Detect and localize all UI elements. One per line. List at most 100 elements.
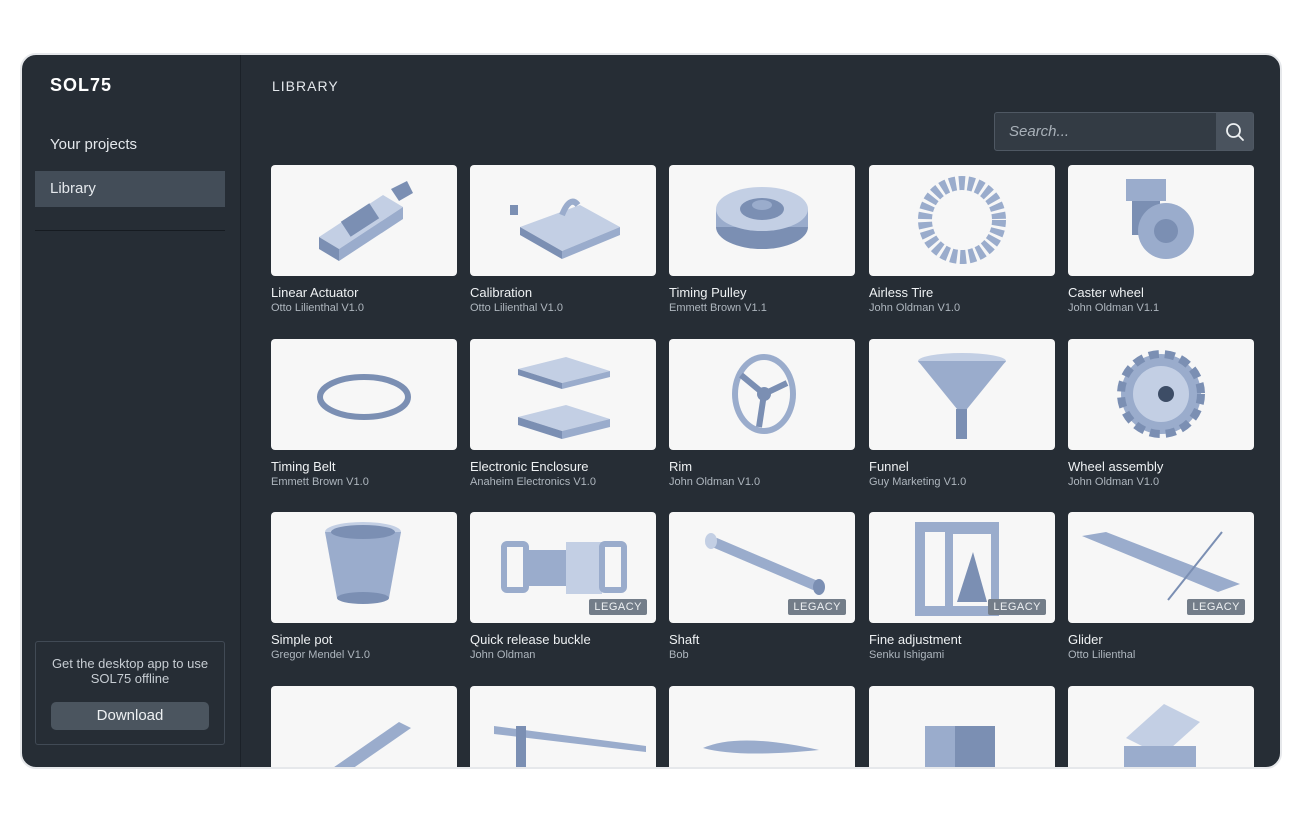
- airless-tire-icon: [918, 176, 1006, 264]
- card-thumbnail[interactable]: [1068, 165, 1254, 276]
- library-card[interactable]: [669, 686, 855, 767]
- wheel-assembly-icon: [1117, 350, 1205, 438]
- library-card[interactable]: Electronic Enclosure Anaheim Electronics …: [470, 339, 656, 489]
- card-title: Fine adjustment: [869, 632, 962, 647]
- card-thumbnail[interactable]: LEGACY: [470, 512, 656, 623]
- box-lid-icon: [1124, 704, 1200, 767]
- legacy-badge: LEGACY: [788, 599, 846, 615]
- sidebar-item-library[interactable]: Library: [35, 171, 225, 207]
- pot-icon: [325, 522, 401, 604]
- magnifier-icon: [1225, 122, 1244, 141]
- library-card[interactable]: [1068, 686, 1254, 767]
- card-thumbnail[interactable]: [669, 165, 855, 276]
- enclosure-icon: [518, 357, 610, 439]
- card-thumbnail[interactable]: [1068, 686, 1254, 767]
- library-card[interactable]: [869, 686, 1055, 767]
- card-title: Wheel assembly: [1068, 459, 1164, 474]
- card-subtitle: Emmett Brown V1.0: [271, 476, 369, 488]
- timing-belt-icon: [317, 374, 411, 420]
- search-button[interactable]: [1216, 113, 1253, 150]
- library-card[interactable]: Airless Tire John Oldman V1.0: [869, 165, 1055, 315]
- card-subtitle: Emmett Brown V1.1: [669, 302, 767, 314]
- library-card[interactable]: LEGACY Fine adjustment Senku Ishigami: [869, 512, 1055, 662]
- svg-text:SOL75: SOL75: [50, 75, 112, 95]
- card-title: Timing Pulley: [669, 285, 747, 300]
- library-card[interactable]: [470, 686, 656, 767]
- rim-icon: [732, 354, 796, 434]
- caster-wheel-icon: [1126, 179, 1194, 259]
- card-title: Rim: [669, 459, 693, 474]
- card-title: Funnel: [869, 459, 909, 474]
- card-subtitle: Senku Ishigami: [869, 649, 945, 661]
- card-thumbnail[interactable]: [271, 339, 457, 450]
- legacy-badge: LEGACY: [1187, 599, 1245, 615]
- card-subtitle: Otto Lilienthal: [1068, 649, 1136, 661]
- library-card[interactable]: LEGACY Shaft Bob: [669, 512, 855, 662]
- desktop-app-promo: Get the desktop app to use SOL75 offline…: [35, 641, 225, 745]
- timing-pulley-icon: [716, 187, 808, 249]
- funnel-icon: [918, 353, 1006, 439]
- library-card[interactable]: LEGACY Glider Otto Lilienthal: [1068, 512, 1254, 662]
- app-window: SOL75 Your projects Library Get the desk…: [20, 53, 1282, 769]
- card-subtitle: Otto Lilienthal V1.0: [470, 302, 563, 314]
- card-thumbnail[interactable]: [869, 165, 1055, 276]
- airfoil-icon: [703, 740, 819, 754]
- card-title: Calibration: [470, 285, 533, 300]
- card-thumbnail[interactable]: [470, 339, 656, 450]
- card-thumbnail[interactable]: [271, 165, 457, 276]
- library-card[interactable]: Simple pot Gregor Mendel V1.0: [271, 512, 457, 662]
- card-thumbnail[interactable]: [271, 512, 457, 623]
- library-card[interactable]: Linear Actuator Otto Lilienthal V1.0: [271, 165, 457, 315]
- search-box: [994, 112, 1254, 151]
- library-card[interactable]: [271, 686, 457, 767]
- card-title: Glider: [1068, 632, 1103, 647]
- card-title: Airless Tire: [869, 285, 934, 300]
- card-subtitle: John Oldman V1.0: [669, 476, 761, 488]
- card-thumbnail[interactable]: [669, 339, 855, 450]
- clamp-icon: [925, 726, 995, 767]
- search-input[interactable]: [995, 113, 1215, 150]
- calibration-icon: [510, 198, 620, 259]
- card-subtitle: John Oldman V1.0: [1068, 476, 1160, 488]
- library-card[interactable]: Rim John Oldman V1.0: [669, 339, 855, 489]
- promo-text: Get the desktop app to use SOL75 offline: [51, 656, 209, 686]
- card-subtitle: Bob: [669, 649, 689, 661]
- card-title: Caster wheel: [1068, 285, 1144, 300]
- card-subtitle: John Oldman: [470, 649, 536, 661]
- card-subtitle: Otto Lilienthal V1.0: [271, 302, 364, 314]
- card-thumbnail[interactable]: [669, 686, 855, 767]
- library-card[interactable]: Timing Pulley Emmett Brown V1.1: [669, 165, 855, 315]
- card-title: Quick release buckle: [470, 632, 591, 647]
- card-title: Simple pot: [271, 632, 333, 647]
- library-card[interactable]: LEGACY Quick release buckle John Oldman: [470, 512, 656, 662]
- legacy-badge: LEGACY: [589, 599, 647, 615]
- card-thumbnail[interactable]: [470, 686, 656, 767]
- card-title: Linear Actuator: [271, 285, 359, 300]
- legacy-badge: LEGACY: [988, 599, 1046, 615]
- card-title: Electronic Enclosure: [470, 459, 589, 474]
- card-thumbnail[interactable]: [271, 686, 457, 767]
- library-card[interactable]: Caster wheel John Oldman V1.1: [1068, 165, 1254, 315]
- sidebar-item-your-projects[interactable]: Your projects: [35, 127, 225, 163]
- card-thumbnail[interactable]: [1068, 339, 1254, 450]
- download-button[interactable]: Download: [51, 702, 209, 730]
- library-card[interactable]: Timing Belt Emmett Brown V1.0: [271, 339, 457, 489]
- logo: SOL75: [50, 75, 112, 95]
- library-card[interactable]: Calibration Otto Lilienthal V1.0: [470, 165, 656, 315]
- card-thumbnail[interactable]: [470, 165, 656, 276]
- card-subtitle: Gregor Mendel V1.0: [271, 649, 371, 661]
- card-subtitle: Anaheim Electronics V1.0: [470, 476, 596, 488]
- card-title: Shaft: [669, 632, 700, 647]
- card-subtitle: John Oldman V1.0: [869, 302, 961, 314]
- library-card[interactable]: Wheel assembly John Oldman V1.0: [1068, 339, 1254, 489]
- card-thumbnail[interactable]: LEGACY: [669, 512, 855, 623]
- page-title: LIBRARY: [272, 78, 339, 94]
- card-thumbnail[interactable]: LEGACY: [869, 512, 1055, 623]
- sidebar-divider: [35, 230, 225, 231]
- card-title: Timing Belt: [271, 459, 336, 474]
- library-card[interactable]: Funnel Guy Marketing V1.0: [869, 339, 1055, 489]
- sidebar: SOL75 Your projects Library Get the desk…: [22, 55, 241, 767]
- card-thumbnail[interactable]: [869, 339, 1055, 450]
- card-thumbnail[interactable]: LEGACY: [1068, 512, 1254, 623]
- card-thumbnail[interactable]: [869, 686, 1055, 767]
